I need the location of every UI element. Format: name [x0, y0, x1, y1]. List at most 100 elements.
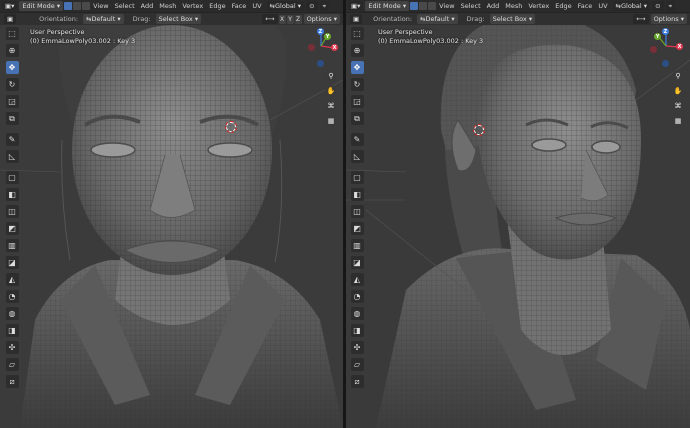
loop-cut-icon[interactable]: ▥ [350, 239, 364, 252]
editor-type-icon[interactable]: ▣▾ [348, 1, 364, 11]
gizmo-neg-z-axis[interactable] [662, 60, 669, 67]
transform-orientation-dropdown[interactable]: ⇆ Global ▾ [266, 1, 305, 11]
extrude-icon[interactable]: ◧ [350, 188, 364, 201]
scale-icon[interactable]: ◲ [5, 95, 19, 108]
mode-selector[interactable]: Edit Mode ▾ [365, 1, 410, 11]
zoom-icon[interactable]: ⚲ [672, 70, 684, 82]
gizmo-z-axis[interactable]: Z [662, 28, 669, 35]
add-cube-icon[interactable]: ▢ [350, 171, 364, 184]
camera-icon[interactable]: ⌘ [325, 100, 337, 112]
shrink-fatten-icon[interactable]: ✣ [5, 341, 19, 354]
menu-vertex[interactable]: Vertex [179, 2, 206, 10]
options-dropdown[interactable]: Options ▾ [303, 14, 340, 24]
menu-mesh[interactable]: Mesh [502, 2, 525, 10]
knife-icon[interactable]: ◪ [5, 256, 19, 269]
cursor-icon[interactable]: ⊕ [5, 44, 19, 57]
gizmo-z-axis[interactable]: Z [317, 28, 324, 35]
smooth-icon[interactable]: ◍ [350, 307, 364, 320]
poly-build-icon[interactable]: ◭ [350, 273, 364, 286]
menu-uv[interactable]: UV [595, 2, 610, 10]
menu-face[interactable]: Face [575, 2, 596, 10]
menu-select[interactable]: Select [458, 2, 484, 10]
axis-z-toggle[interactable]: Z [294, 14, 302, 24]
3d-cursor-icon[interactable] [473, 124, 485, 136]
gizmo-y-axis[interactable]: Y [324, 33, 331, 40]
loop-cut-icon[interactable]: ▥ [5, 239, 19, 252]
mode-selector[interactable]: Edit Mode ▾ [19, 1, 64, 11]
measure-icon[interactable]: ◺ [5, 150, 19, 163]
menu-edge[interactable]: Edge [206, 2, 228, 10]
axis-x-toggle[interactable]: X [278, 14, 286, 24]
edge-slide-icon[interactable]: ◨ [350, 324, 364, 337]
edge-select-icon[interactable] [73, 2, 82, 10]
transform-icon[interactable]: ⧉ [5, 112, 19, 125]
viewport-left[interactable]: ▣▾ Edit Mode ▾ View Select Add Mesh Vert… [0, 0, 343, 428]
grid-icon[interactable]: ▦ [325, 115, 337, 127]
spin-icon[interactable]: ◔ [5, 290, 19, 303]
mirror-icon[interactable]: ⟷ [633, 14, 649, 24]
orientation-dropdown[interactable]: ⇆ Default ▾ [83, 14, 124, 24]
gizmo-neg-x-axis[interactable] [308, 44, 315, 51]
edge-slide-icon[interactable]: ◨ [5, 324, 19, 337]
pan-hand-icon[interactable]: ✋ [672, 85, 684, 97]
menu-mesh[interactable]: Mesh [156, 2, 179, 10]
inset-icon[interactable]: ◫ [5, 205, 19, 218]
pivot-icon[interactable]: ⊙ [306, 1, 318, 11]
gizmo-neg-z-axis[interactable] [317, 60, 324, 67]
menu-add[interactable]: Add [138, 2, 157, 10]
bevel-icon[interactable]: ◩ [350, 222, 364, 235]
gizmo-y-axis[interactable]: Y [654, 33, 661, 40]
vertex-select-icon[interactable] [64, 2, 73, 10]
snap-icon[interactable]: ⌖ [319, 1, 330, 11]
menu-add[interactable]: Add [484, 2, 503, 10]
poly-build-icon[interactable]: ◭ [5, 273, 19, 286]
vertex-select-icon[interactable] [410, 2, 419, 10]
grid-icon[interactable]: ▦ [672, 115, 684, 127]
scale-icon[interactable]: ◲ [350, 95, 364, 108]
rip-icon[interactable]: ⧄ [5, 375, 19, 388]
rip-icon[interactable]: ⧄ [350, 375, 364, 388]
menu-uv[interactable]: UV [249, 2, 264, 10]
pivot-icon[interactable]: ⊙ [652, 1, 664, 11]
rotate-icon[interactable]: ↻ [350, 78, 364, 91]
rotate-icon[interactable]: ↻ [5, 78, 19, 91]
move-icon[interactable]: ✥ [350, 61, 364, 74]
annotate-icon[interactable]: ✎ [5, 133, 19, 146]
face-select-icon[interactable] [428, 2, 437, 10]
measure-icon[interactable]: ◺ [350, 150, 364, 163]
move-icon[interactable]: ✥ [5, 61, 19, 74]
drag-dropdown[interactable]: Select Box ▾ [155, 14, 202, 24]
viewport-right[interactable]: ▣▾ Edit Mode ▾ View Select Add Mesh Vert… [346, 0, 690, 428]
select-box-icon[interactable]: ⬚ [5, 27, 19, 40]
shear-icon[interactable]: ▱ [5, 358, 19, 371]
menu-view[interactable]: View [436, 2, 457, 10]
cursor-icon[interactable]: ⊕ [350, 44, 364, 57]
annotate-icon[interactable]: ✎ [350, 133, 364, 146]
tool-icon[interactable]: ▣ [4, 14, 17, 24]
axis-y-toggle[interactable]: Y [286, 14, 294, 24]
face-select-icon[interactable] [82, 2, 91, 10]
camera-icon[interactable]: ⌘ [672, 100, 684, 112]
mirror-icon[interactable]: ⟷ [262, 14, 278, 24]
tool-icon[interactable]: ▣ [350, 14, 363, 24]
edge-select-icon[interactable] [419, 2, 428, 10]
smooth-icon[interactable]: ◍ [5, 307, 19, 320]
bevel-icon[interactable]: ◩ [5, 222, 19, 235]
menu-vertex[interactable]: Vertex [525, 2, 552, 10]
extrude-icon[interactable]: ◧ [5, 188, 19, 201]
gizmo-x-axis[interactable]: X [331, 44, 338, 51]
gizmo-neg-x-axis[interactable] [650, 46, 657, 53]
orientation-dropdown[interactable]: ⇆ Default ▾ [417, 14, 458, 24]
gizmo-x-axis[interactable]: X [676, 43, 683, 50]
knife-icon[interactable]: ◪ [350, 256, 364, 269]
transform-orientation-dropdown[interactable]: ⇆ Global ▾ [612, 1, 651, 11]
drag-dropdown[interactable]: Select Box ▾ [489, 14, 536, 24]
spin-icon[interactable]: ◔ [350, 290, 364, 303]
inset-icon[interactable]: ◫ [350, 205, 364, 218]
pan-hand-icon[interactable]: ✋ [325, 85, 337, 97]
navigation-gizmo[interactable]: Z Y X [646, 26, 686, 68]
snap-icon[interactable]: ⌖ [665, 1, 676, 11]
3d-cursor-icon[interactable] [225, 121, 237, 133]
menu-select[interactable]: Select [112, 2, 138, 10]
shear-icon[interactable]: ▱ [350, 358, 364, 371]
